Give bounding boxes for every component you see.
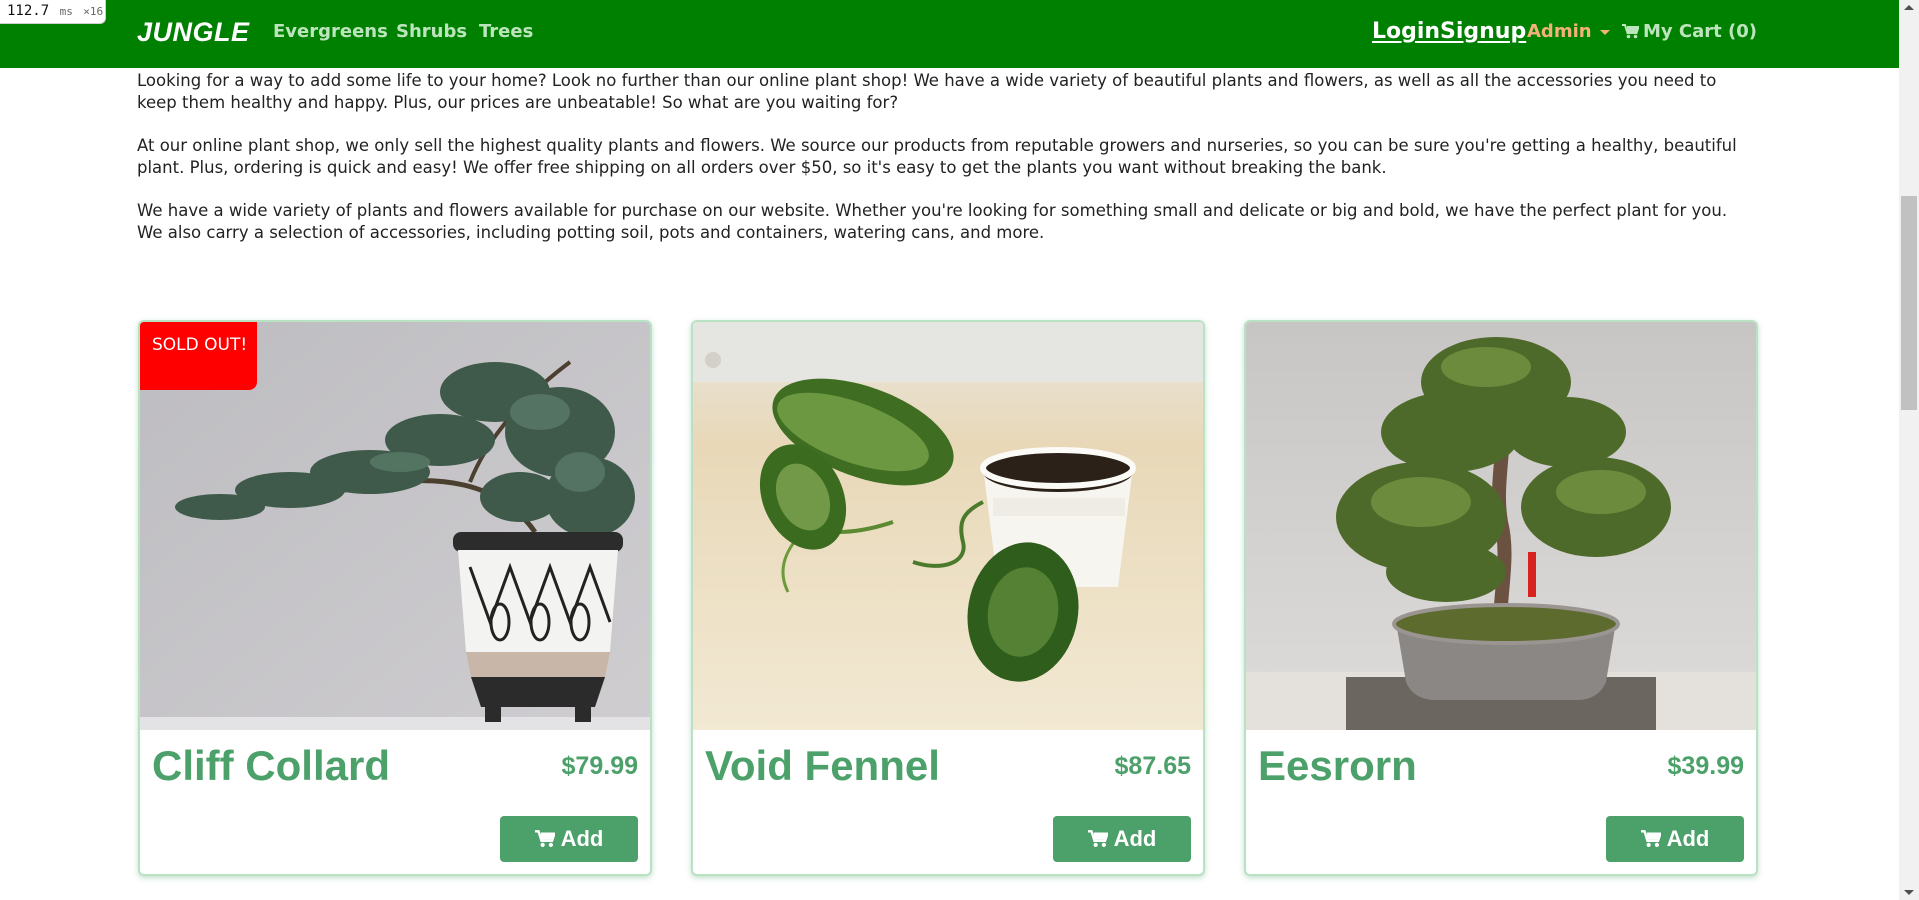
product-name: Eesrorn [1258, 742, 1417, 789]
top-navbar: JUNGLE Evergreens Shrubs Trees Login Sig… [0, 0, 1899, 68]
product-card[interactable]: Void Fennel $87.65 Add [691, 320, 1205, 876]
add-to-cart-button[interactable]: Add [500, 816, 638, 862]
brand-logo[interactable]: JUNGLE [137, 17, 250, 48]
nav-link-shrubs[interactable]: Shrubs [396, 21, 467, 42]
shopping-cart-icon [534, 830, 555, 847]
intro-paragraph: At our online plant shop, we only sell t… [137, 136, 1737, 177]
add-button-label: Add [1666, 826, 1710, 851]
product-price: $87.65 [1114, 752, 1191, 780]
cart-link[interactable]: My Cart (0) [1622, 21, 1757, 42]
cart-label: My Cart (0) [1643, 21, 1757, 42]
chevron-down-icon [1599, 29, 1610, 35]
admin-label: Admin [1527, 21, 1592, 42]
product-name: Cliff Collard [152, 742, 390, 789]
scroll-down-arrow-icon[interactable] [1904, 890, 1914, 895]
nav-link-trees[interactable]: Trees [479, 21, 533, 42]
render-timing-badge: 112.7 ms ×16 [0, 0, 106, 24]
add-button-label: Add [560, 826, 604, 851]
product-card[interactable]: SOLD OUT! Cliff Collard $79.99 Add [138, 320, 652, 876]
timing-unit: ms [59, 5, 73, 18]
product-price: $39.99 [1667, 752, 1744, 780]
timing-multiplier: ×16 [83, 5, 104, 18]
add-button-label: Add [1113, 826, 1157, 851]
sold-out-badge: SOLD OUT! [140, 322, 257, 390]
nav-link-evergreens[interactable]: Evergreens [273, 21, 388, 42]
add-to-cart-button[interactable]: Add [1606, 816, 1744, 862]
signup-link[interactable]: Signup [1440, 19, 1526, 44]
add-to-cart-button[interactable]: Add [1053, 816, 1191, 862]
product-price: $79.99 [561, 752, 638, 780]
intro-paragraph: Looking for a way to add some life to yo… [137, 71, 1717, 112]
scroll-up-arrow-icon[interactable] [1904, 5, 1914, 10]
shopping-cart-icon [1640, 830, 1661, 847]
product-name: Void Fennel [705, 742, 940, 789]
product-card[interactable]: Eesrorn $39.99 Add [1244, 320, 1758, 876]
page-scrollbar[interactable] [1899, 0, 1919, 900]
intro-paragraph: We have a wide variety of plants and flo… [137, 201, 1728, 242]
shopping-cart-icon [1087, 830, 1108, 847]
scrollbar-thumb[interactable] [1901, 196, 1917, 410]
product-image [693, 322, 1203, 730]
timing-value: 112.7 [7, 3, 50, 19]
admin-dropdown[interactable]: Admin [1527, 21, 1610, 42]
shopping-cart-icon [1622, 24, 1640, 39]
intro-section: Looking for a way to add some life to yo… [137, 70, 1747, 265]
login-link[interactable]: Login [1372, 19, 1440, 44]
product-image [1246, 322, 1756, 730]
